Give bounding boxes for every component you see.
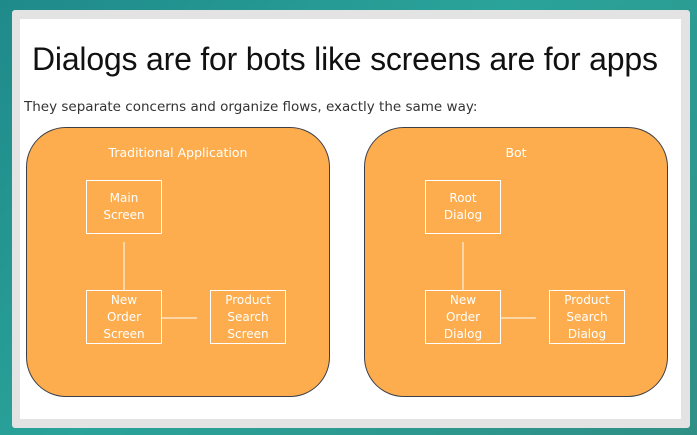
new-order-screen-node: New Order Screen xyxy=(86,290,162,344)
bot-connectors xyxy=(462,242,536,319)
bot-panel: Bot Root Dialog New Order Dialog Product… xyxy=(364,127,668,397)
node-label-line: New xyxy=(449,292,477,307)
new-order-dialog-node: New Order Dialog xyxy=(425,290,501,344)
node-label-line: Dialog xyxy=(443,208,483,222)
node-label-line: Screen xyxy=(227,326,269,341)
traditional-application-title: Traditional Application xyxy=(108,145,248,160)
traditional-application-connectors xyxy=(123,242,197,319)
product-search-dialog-node: Product Search Dialog xyxy=(549,290,625,344)
slide-title: Dialogs are for bots like screens are fo… xyxy=(32,41,658,77)
node-label-line: Main xyxy=(109,191,139,205)
slide-subtitle: They separate concerns and organize flow… xyxy=(24,99,478,115)
node-label-line: New xyxy=(110,292,138,307)
node-label-line: Product xyxy=(564,292,610,307)
node-label-line: Root xyxy=(449,191,477,205)
node-label-line: Search xyxy=(566,309,608,324)
node-label-line: Product xyxy=(225,292,271,307)
node-label-line: Dialog xyxy=(567,326,607,341)
product-search-screen-node: Product Search Screen xyxy=(210,290,286,344)
traditional-application-panel: Traditional Application Main Screen New … xyxy=(26,127,330,397)
node-label-line: Screen xyxy=(103,326,145,341)
slide: Dialogs are for bots like screens are fo… xyxy=(20,19,681,419)
main-screen-node: Main Screen xyxy=(86,180,162,234)
bot-title: Bot xyxy=(505,145,527,160)
node-label-line: Order xyxy=(445,309,481,324)
root-dialog-node: Root Dialog xyxy=(425,180,501,234)
node-label-line: Screen xyxy=(103,208,145,222)
node-label-line: Dialog xyxy=(443,326,483,341)
node-label-line: Order xyxy=(106,309,142,324)
node-label-line: Search xyxy=(227,309,269,324)
